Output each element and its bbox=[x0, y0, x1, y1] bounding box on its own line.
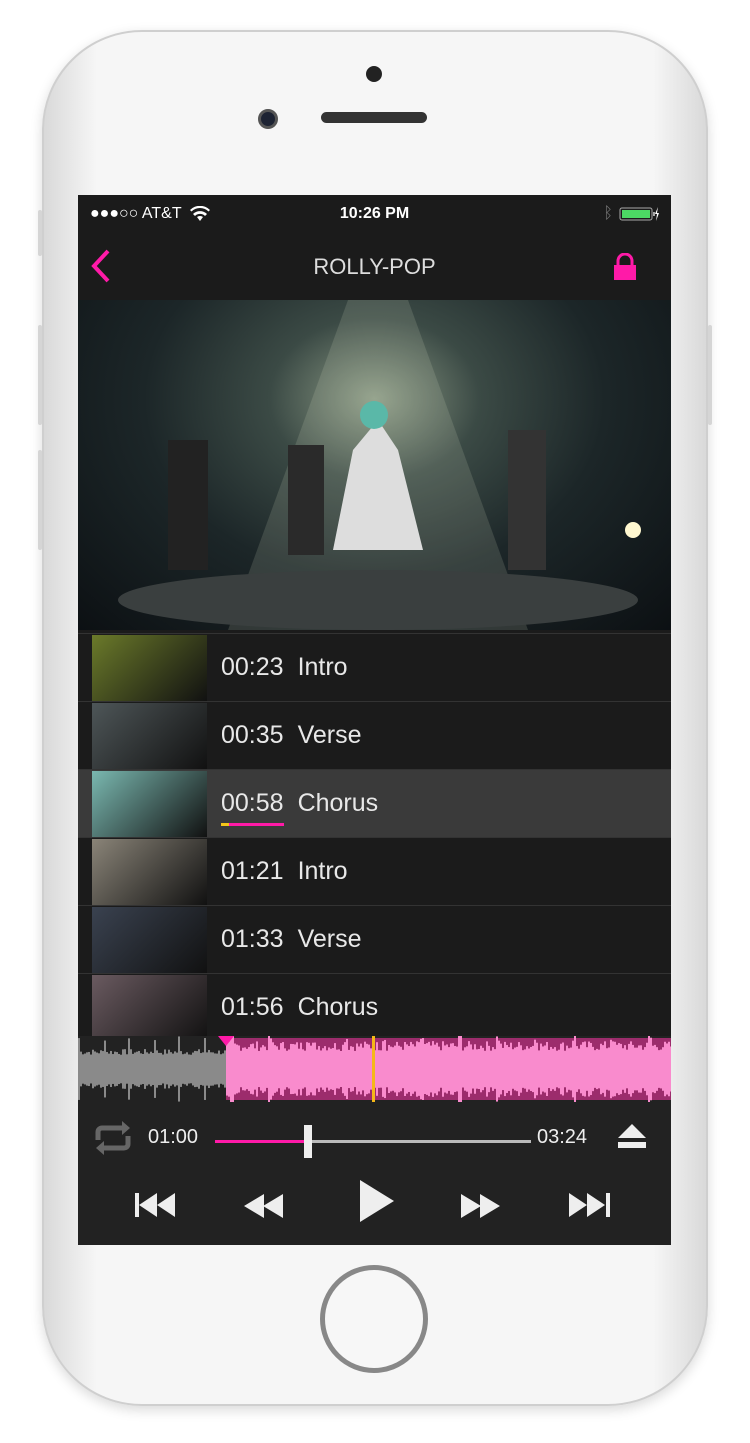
progress-slider[interactable] bbox=[215, 1125, 531, 1158]
section-thumbnail bbox=[92, 906, 207, 973]
section-time: 01:21 bbox=[221, 857, 284, 885]
power-button bbox=[708, 325, 712, 425]
page-title: ROLLY-POP bbox=[313, 254, 436, 279]
section-label: Verse bbox=[297, 925, 362, 953]
play-icon[interactable] bbox=[359, 1180, 395, 1222]
section-thumbnail bbox=[92, 702, 207, 769]
section-time: 01:33 bbox=[221, 925, 284, 953]
section-time: 00:58 bbox=[221, 789, 284, 826]
section-time: 00:23 bbox=[221, 653, 284, 681]
section-row[interactable]: 00:35 Verse bbox=[78, 701, 671, 769]
section-thumbnail bbox=[92, 838, 207, 905]
front-camera bbox=[258, 109, 278, 129]
rewind-icon[interactable] bbox=[244, 1194, 284, 1218]
section-time: 01:56 bbox=[221, 993, 284, 1021]
progress-thumb[interactable] bbox=[303, 1125, 312, 1158]
video-frame bbox=[118, 300, 641, 630]
section-row[interactable]: 01:56 Chorus bbox=[78, 973, 671, 1036]
section-thumbnail bbox=[92, 974, 207, 1036]
home-button[interactable] bbox=[320, 1265, 428, 1373]
waveform bbox=[78, 1033, 671, 1105]
eject-icon[interactable] bbox=[616, 1122, 648, 1150]
status-time: 10:26 PM bbox=[339, 205, 410, 222]
fast-forward-icon[interactable] bbox=[461, 1194, 501, 1218]
volume-down-button bbox=[38, 450, 42, 550]
section-label: Intro bbox=[297, 857, 348, 885]
status-bar: ●●●○○ AT&T 10:26 PM ᛒ bbox=[78, 195, 671, 233]
total-time: 03:24 bbox=[537, 1126, 588, 1148]
earpiece-speaker bbox=[321, 112, 427, 123]
proximity-sensor bbox=[366, 66, 382, 82]
waveform-scrubber[interactable] bbox=[78, 1033, 671, 1105]
current-time: 01:00 bbox=[148, 1126, 199, 1148]
repeat-icon[interactable] bbox=[94, 1120, 132, 1156]
playback-controls: 01:00 03:24 bbox=[78, 1102, 671, 1245]
skip-forward-icon[interactable] bbox=[568, 1192, 612, 1218]
section-list[interactable]: 00:23 Intro 00:35 Verse 00:58 Chorus 01:21 Intr… bbox=[78, 630, 671, 1036]
progress-fill bbox=[215, 1140, 308, 1143]
video-player[interactable] bbox=[78, 300, 671, 630]
section-row[interactable]: 01:21 Intro bbox=[78, 837, 671, 905]
section-row[interactable]: 01:33 Verse bbox=[78, 905, 671, 973]
lock-icon[interactable] bbox=[613, 253, 637, 281]
section-thumbnail bbox=[92, 634, 207, 701]
section-row[interactable]: 00:58 Chorus bbox=[78, 769, 671, 837]
section-label: Chorus bbox=[297, 789, 379, 817]
skip-back-icon[interactable] bbox=[134, 1192, 178, 1218]
volume-up-button bbox=[38, 325, 42, 425]
mute-switch bbox=[38, 210, 42, 256]
playhead-line[interactable] bbox=[372, 1036, 375, 1102]
section-time: 00:35 bbox=[221, 721, 284, 749]
section-label: Verse bbox=[297, 721, 362, 749]
back-chevron-icon[interactable] bbox=[90, 249, 112, 283]
navigation-bar: ROLLY-POP bbox=[78, 233, 671, 301]
section-label: Chorus bbox=[297, 993, 379, 1021]
section-row[interactable]: 00:23 Intro bbox=[78, 633, 671, 701]
section-label: Intro bbox=[297, 653, 348, 681]
section-thumbnail bbox=[92, 770, 207, 837]
app-screen: ●●●○○ AT&T 10:26 PM ᛒ ROLLY-POP 00:23 Int… bbox=[78, 195, 671, 1245]
